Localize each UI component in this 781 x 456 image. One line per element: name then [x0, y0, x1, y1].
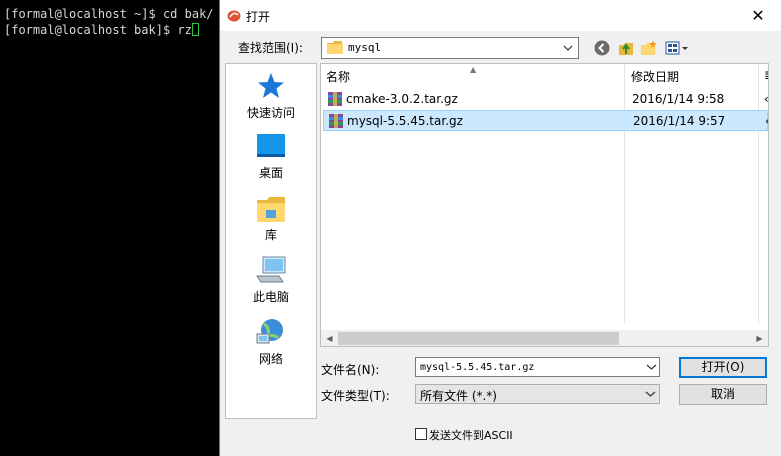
up-folder-icon[interactable] — [617, 39, 635, 57]
library-icon — [257, 197, 285, 222]
dialog-title: 打开 — [246, 10, 271, 24]
file-name: mysql-5.5.45.tar.gz — [347, 114, 463, 128]
place-desktop[interactable]: 桌面 — [226, 134, 316, 181]
filename-input[interactable] — [415, 357, 660, 377]
close-button[interactable]: ✕ — [735, 0, 781, 31]
terminal-window[interactable]: [formal@localhost ~]$ cd bak/ [formal@lo… — [0, 0, 219, 456]
file-row[interactable]: cmake-3.0.2.tar.gz 2016/1/14 9:58 ‹ — [323, 89, 768, 110]
file-truncated-column: ‹ — [764, 92, 769, 106]
new-folder-icon[interactable] — [640, 39, 658, 57]
dialog-titlebar[interactable]: 打开 ✕ — [220, 0, 781, 31]
file-name: cmake-3.0.2.tar.gz — [346, 92, 458, 106]
cancel-button[interactable]: 取消 — [679, 384, 767, 405]
archive-icon — [329, 114, 343, 128]
back-icon[interactable] — [593, 39, 611, 57]
filetype-dropdown[interactable]: 所有文件 (*.*) — [415, 384, 660, 404]
place-label: 此电脑 — [252, 290, 289, 304]
archive-icon — [328, 92, 342, 106]
scrollbar-thumb[interactable] — [338, 332, 619, 345]
file-list[interactable]: ▲ 名称 修改日期 ≣ cmake-3.0.2.tar.gz 2016/1/14… — [320, 63, 769, 347]
terminal-line-2: [formal@localhost bak]$ rz — [4, 23, 192, 37]
app-shell-icon — [227, 10, 241, 22]
sort-ascending-icon: ▲ — [470, 65, 477, 74]
desktop-icon — [257, 134, 285, 157]
terminal-line-1: [formal@localhost ~]$ cd bak/ — [4, 7, 214, 21]
places-bar: 快速访问 桌面 库 此电脑 网络 — [225, 63, 317, 419]
ascii-checkbox[interactable] — [415, 428, 427, 440]
place-network[interactable]: 网络 — [226, 318, 316, 367]
scroll-left-icon[interactable]: ◀ — [321, 330, 338, 346]
open-file-dialog: 打开 ✕ 查找范围(I): mysql 快速访问 桌面 库 此电脑 网络 ▲ 名… — [219, 0, 781, 456]
horizontal-scrollbar[interactable]: ◀ ▶ — [321, 330, 768, 346]
network-icon — [256, 319, 283, 344]
lookin-value: mysql — [348, 41, 382, 54]
place-label: 快速访问 — [246, 106, 295, 120]
lookin-dropdown[interactable]: mysql — [321, 37, 579, 59]
filename-label: 文件名(N): — [321, 363, 380, 377]
computer-icon — [256, 256, 286, 283]
folder-icon — [327, 41, 343, 54]
column-name-header[interactable]: 名称 — [326, 68, 350, 85]
filetype-value: 所有文件 (*.*) — [420, 389, 497, 403]
star-icon — [258, 73, 284, 98]
column-date-header[interactable]: 修改日期 — [631, 68, 679, 85]
file-row-selected[interactable]: mysql-5.5.45.tar.gz 2016/1/14 9:57 ‹ — [323, 110, 768, 131]
filetype-label: 文件类型(T): — [321, 389, 390, 403]
place-label: 库 — [264, 228, 277, 242]
place-quick-access[interactable]: 快速访问 — [226, 72, 316, 121]
scroll-right-icon[interactable]: ▶ — [751, 330, 768, 346]
file-truncated-column: ‹ — [765, 114, 768, 128]
file-date: 2016/1/14 9:57 — [633, 114, 726, 128]
view-menu-icon[interactable] — [665, 39, 689, 57]
terminal-cursor — [191, 23, 199, 36]
open-button[interactable]: 打开(O) — [679, 357, 767, 378]
ascii-checkbox-label[interactable]: 发送文件到ASCII — [429, 427, 513, 443]
file-date: 2016/1/14 9:58 — [632, 92, 725, 106]
place-library[interactable]: 库 — [226, 196, 316, 243]
place-label: 桌面 — [258, 166, 283, 180]
chevron-down-icon[interactable] — [560, 39, 576, 57]
column-header: ▲ 名称 修改日期 ≣ — [321, 64, 768, 88]
column-truncated-header[interactable]: ≣ — [764, 68, 768, 82]
place-this-pc[interactable]: 此电脑 — [226, 256, 316, 305]
place-label: 网络 — [258, 352, 283, 366]
lookin-label: 查找范围(I): — [238, 41, 303, 55]
chevron-down-icon[interactable] — [644, 358, 659, 376]
chevron-down-icon — [645, 391, 656, 397]
